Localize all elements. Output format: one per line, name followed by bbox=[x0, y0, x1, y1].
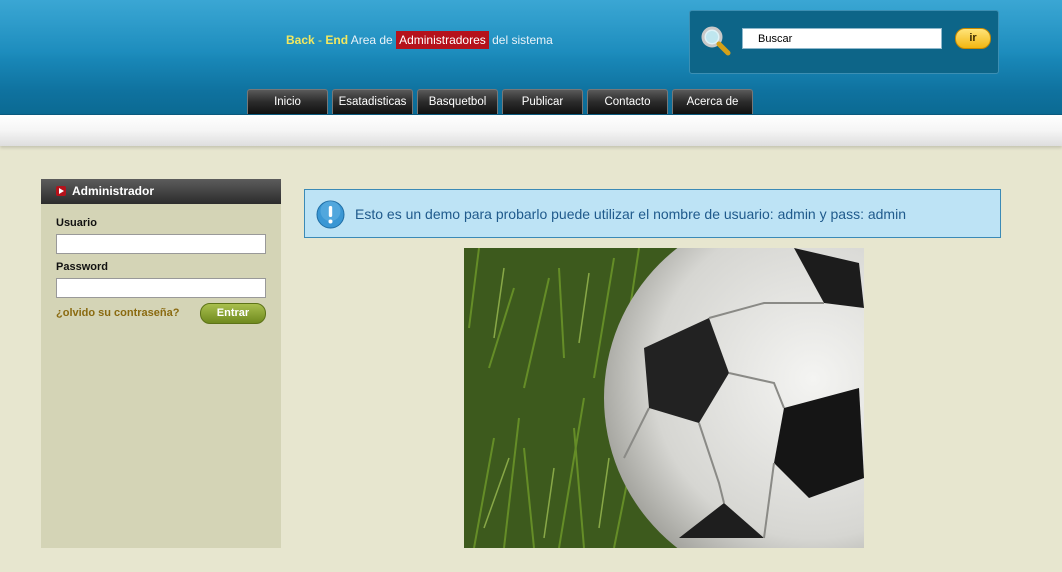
search-input[interactable] bbox=[742, 28, 942, 49]
login-panel-header: Administrador bbox=[41, 179, 281, 204]
search-box: ir bbox=[689, 10, 999, 74]
title-end: End bbox=[325, 33, 349, 47]
nav-contacto[interactable]: Contacto bbox=[587, 89, 668, 114]
username-field[interactable] bbox=[56, 234, 266, 254]
login-panel: Administrador Usuario Password ¿olvido s… bbox=[41, 179, 281, 548]
site-header: Back - End Area de Administradores del s… bbox=[0, 0, 1062, 114]
password-label: Password bbox=[56, 261, 108, 273]
username-label: Usuario bbox=[56, 217, 97, 229]
nav-acerca-de[interactable]: Acerca de bbox=[672, 89, 753, 114]
sub-bar bbox=[0, 114, 1062, 146]
nav-publicar[interactable]: Publicar bbox=[502, 89, 583, 114]
title-admins-badge: Administradores bbox=[396, 31, 489, 49]
title-back: Back bbox=[286, 33, 315, 47]
title-dash: - bbox=[314, 33, 326, 47]
magnifier-icon bbox=[701, 26, 731, 56]
main-nav: Inicio Esatadisticas Basquetbol Publicar… bbox=[247, 89, 753, 114]
password-field[interactable] bbox=[56, 278, 266, 298]
forgot-password-link[interactable]: ¿olvido su contraseña? bbox=[56, 307, 179, 319]
exclamation-icon bbox=[316, 200, 345, 229]
site-title: Back - End Area de Administradores del s… bbox=[286, 31, 553, 49]
info-message-text: Esto es un demo para probarlo puede util… bbox=[355, 206, 906, 222]
nav-estadisticas[interactable]: Esatadisticas bbox=[332, 89, 413, 114]
soccer-ball-photo bbox=[464, 248, 864, 548]
title-system: del sistema bbox=[488, 33, 553, 47]
info-message-box: Esto es un demo para probarlo puede util… bbox=[304, 189, 1001, 238]
soccer-ball-image bbox=[464, 248, 864, 548]
title-area: Area de bbox=[348, 33, 397, 47]
login-button[interactable]: Entrar bbox=[200, 303, 266, 324]
play-bullet-icon bbox=[56, 186, 66, 196]
nav-basquetbol[interactable]: Basquetbol bbox=[417, 89, 498, 114]
login-panel-title: Administrador bbox=[72, 184, 155, 198]
nav-inicio[interactable]: Inicio bbox=[247, 89, 328, 114]
search-button[interactable]: ir bbox=[955, 28, 991, 49]
